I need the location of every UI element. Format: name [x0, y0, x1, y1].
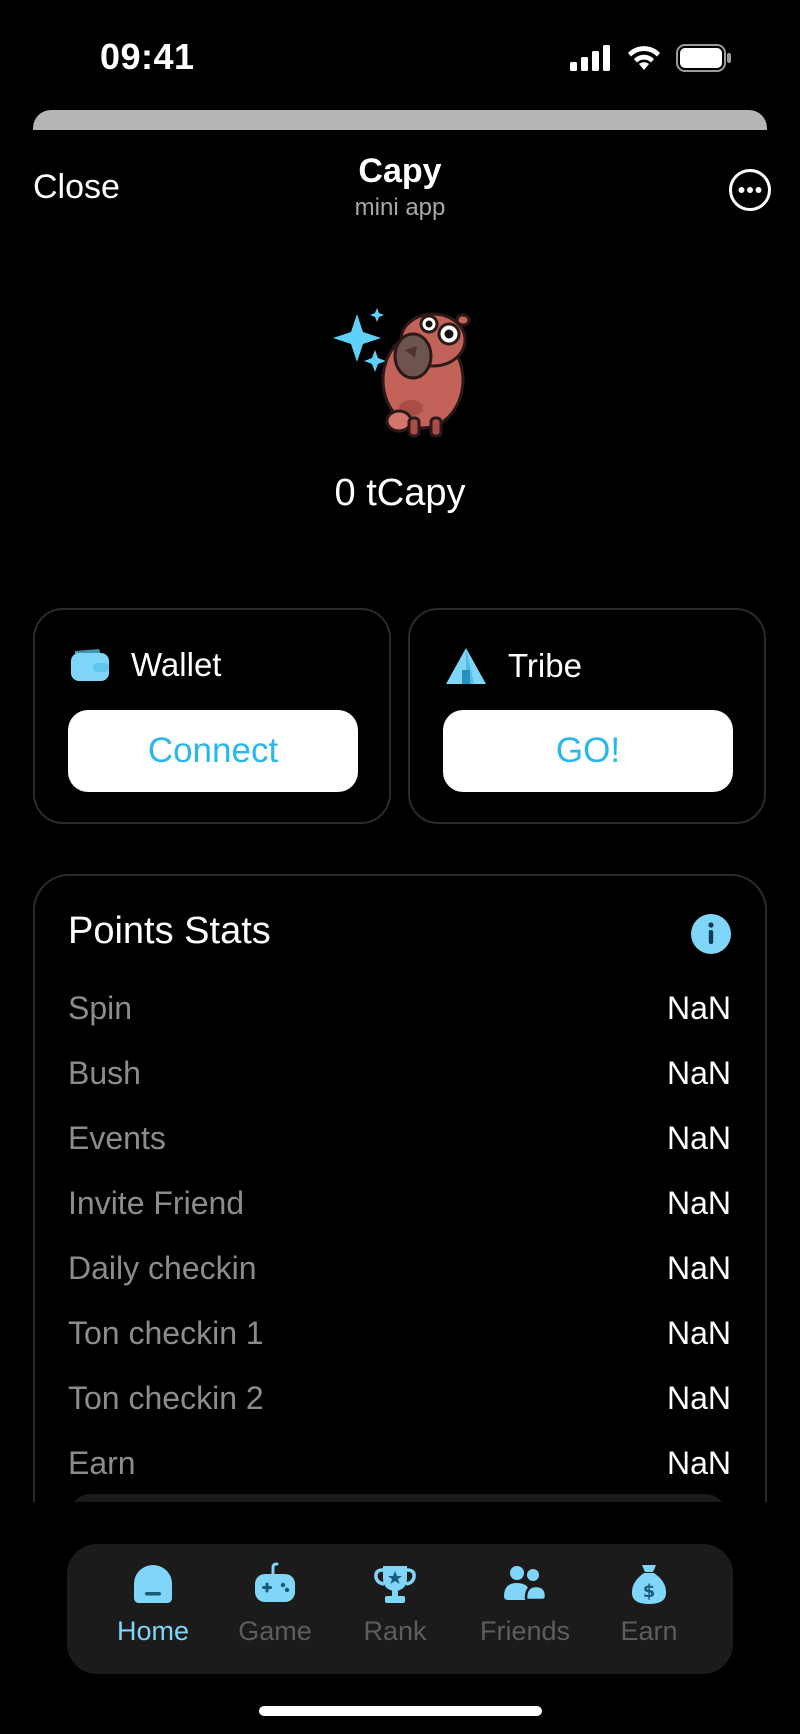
tribe-go-button[interactable]: GO! [443, 710, 733, 792]
app-subtitle: mini app [354, 194, 446, 221]
nav-label: Rank [363, 1616, 427, 1646]
nav-label: Game [238, 1616, 312, 1646]
stat-value: NaN [666, 1185, 731, 1221]
stat-row: Ton checkin 1 NaN [68, 1301, 731, 1366]
stat-value: NaN [666, 990, 731, 1026]
stat-value: NaN [666, 1445, 731, 1481]
stat-row: Invite Friend NaN [68, 1171, 731, 1236]
wallet-card: Wallet Connect [33, 608, 391, 824]
svg-text:$: $ [643, 1581, 656, 1602]
more-options-icon[interactable] [728, 168, 772, 212]
stat-value: NaN [666, 1120, 731, 1156]
battery-icon [676, 44, 731, 72]
stat-row: Earn NaN [68, 1431, 731, 1496]
nav-label: Friends [479, 1616, 571, 1646]
nav-item-home[interactable]: Home [93, 1562, 213, 1647]
gamepad-icon [255, 1562, 295, 1602]
stat-value: NaN [666, 1055, 731, 1091]
stat-row: Bush NaN [68, 1041, 731, 1106]
stat-label: Ton checkin 1 [68, 1315, 264, 1351]
connect-wallet-button[interactable]: Connect [68, 710, 358, 792]
signal-icon [570, 45, 610, 71]
balance-text: 0 tCapy [334, 472, 466, 514]
points-stats-title: Points Stats [68, 910, 271, 952]
stat-label: Invite Friend [68, 1185, 245, 1221]
stat-row: Daily checkin NaN [68, 1236, 731, 1301]
stat-row: Events NaN [68, 1106, 731, 1171]
points-stats-panel: Points Stats Spin NaN Bush NaN Events Na… [33, 874, 767, 1514]
nav-item-friends[interactable]: Friends [465, 1562, 585, 1647]
stat-label: Daily checkin [68, 1250, 257, 1286]
stat-label: Bush [68, 1055, 141, 1091]
wifi-icon [628, 46, 660, 70]
sheet-handle [33, 110, 767, 130]
nav-item-earn[interactable]: $ Earn [589, 1562, 709, 1647]
stat-row: Ton checkin 2 NaN [68, 1366, 731, 1431]
trophy-icon [374, 1566, 416, 1603]
home-icon [134, 1565, 172, 1603]
stat-label: Earn [68, 1445, 136, 1481]
money-bag-icon: $ [631, 1565, 667, 1604]
tribe-card: Tribe GO! [408, 608, 766, 824]
tent-icon [446, 648, 486, 684]
capybara-mascot-icon [333, 308, 471, 438]
stat-value: NaN [666, 1250, 731, 1286]
stat-label: Spin [68, 990, 133, 1026]
bottom-nav: Home Game Rank Friends $ Earn [67, 1544, 733, 1674]
home-indicator [259, 1706, 542, 1716]
status-icons [570, 44, 732, 72]
friends-icon [504, 1566, 548, 1602]
nav-item-rank[interactable]: Rank [335, 1562, 455, 1647]
app-title: Capy [358, 152, 442, 190]
tribe-label: Tribe [508, 647, 582, 684]
stats-list: Spin NaN Bush NaN Events NaN Invite Frie… [68, 976, 731, 1496]
stat-value: NaN [666, 1380, 731, 1416]
stat-value: NaN [666, 1315, 731, 1351]
stat-label: Events [68, 1120, 166, 1156]
nav-label: Home [116, 1616, 190, 1646]
wallet-label: Wallet [131, 646, 222, 683]
status-time: 09:41 [100, 36, 195, 77]
nav-label: Earn [620, 1616, 678, 1646]
wallet-icon [71, 649, 109, 681]
info-icon[interactable] [691, 914, 731, 954]
stat-label: Ton checkin 2 [68, 1380, 264, 1416]
nav-item-game[interactable]: Game [215, 1562, 335, 1647]
stat-row: Spin NaN [68, 976, 731, 1041]
